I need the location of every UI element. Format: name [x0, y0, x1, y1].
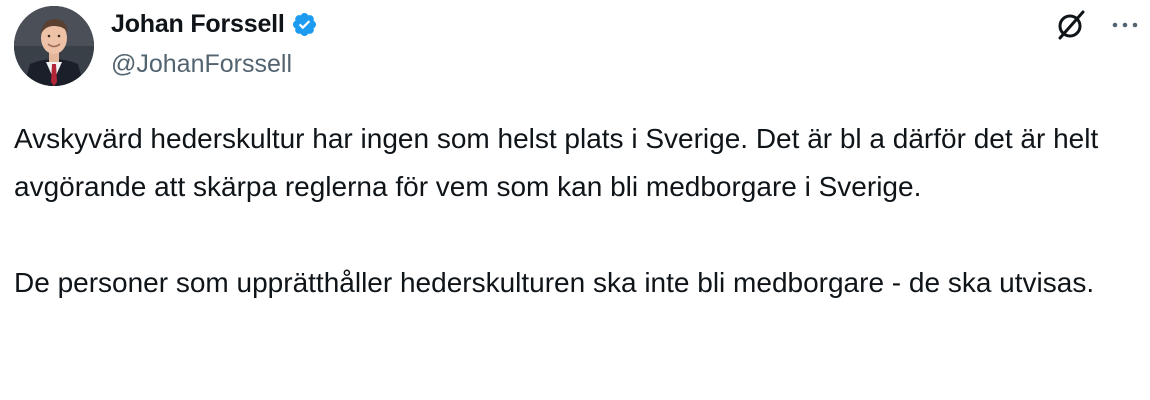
tweet-paragraph: Avskyvärd hederskultur har ingen som hel…	[14, 123, 1099, 202]
verified-badge-icon[interactable]	[291, 11, 318, 38]
tweet-paragraph: De personer som upprätthåller hederskult…	[14, 267, 1095, 298]
author-name-row: Johan Forssell	[111, 7, 318, 41]
author-display-name[interactable]: Johan Forssell	[111, 10, 285, 39]
more-options-icon[interactable]	[1110, 10, 1140, 40]
tweet: Johan Forssell @JohanForssell Avskyvärd …	[0, 0, 1150, 400]
avatar[interactable]	[14, 6, 94, 86]
tweet-text: Avskyvärd hederskultur har ingen som hel…	[14, 115, 1139, 307]
author-handle[interactable]: @JohanForssell	[111, 50, 292, 79]
tweet-actions	[1054, 8, 1140, 42]
grok-icon[interactable]	[1054, 8, 1088, 42]
avatar-photo-icon	[14, 6, 94, 86]
